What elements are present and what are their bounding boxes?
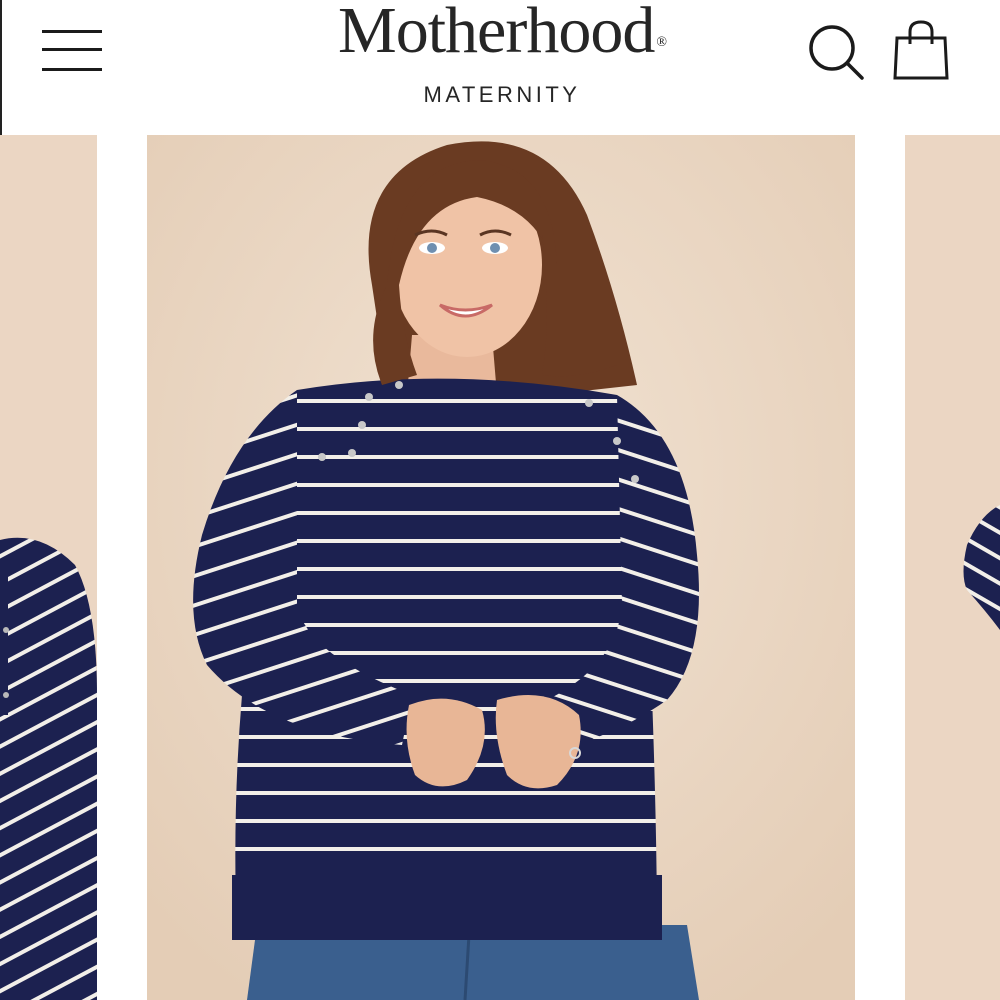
hamburger-menu-icon[interactable]: [42, 28, 104, 74]
brand-tagline: MATERNITY: [423, 82, 581, 107]
brand-name: Motherhood ®: [338, 0, 667, 67]
registered-mark: ®: [656, 35, 667, 50]
current-product-image[interactable]: [147, 135, 855, 1000]
product-image-carousel[interactable]: [0, 135, 1000, 1000]
brand-logo[interactable]: Motherhood ® MATERNITY: [302, 0, 702, 110]
shopping-bag-icon[interactable]: [892, 18, 950, 82]
previous-product-image[interactable]: [0, 135, 97, 1000]
next-product-image[interactable]: [905, 135, 1000, 1000]
site-header: Motherhood ® MATERNITY: [0, 0, 1000, 135]
search-icon[interactable]: [806, 22, 866, 82]
